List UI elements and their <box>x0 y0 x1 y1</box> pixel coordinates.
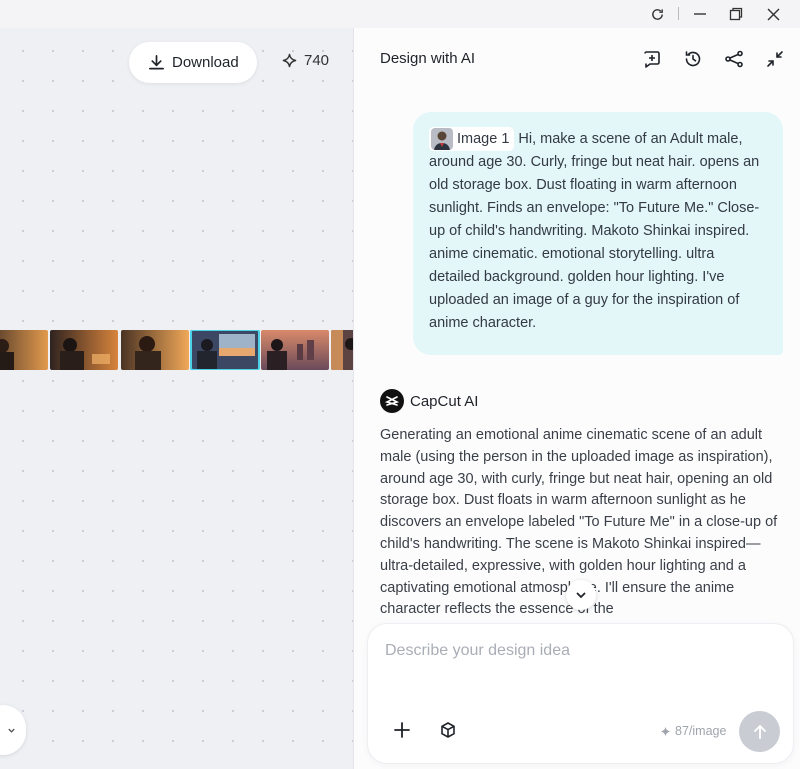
attached-image-chip[interactable]: Image 1 <box>429 127 515 151</box>
image-thumbnail-strip <box>0 330 353 370</box>
sparkle-icon <box>282 53 297 68</box>
thumbnail-6[interactable] <box>331 330 353 370</box>
prompt-composer: 87/image <box>367 623 794 764</box>
restore-icon[interactable] <box>724 3 748 25</box>
collapse-icon[interactable] <box>763 47 787 71</box>
titlebar-separator <box>678 7 679 20</box>
attached-image-thumbnail <box>431 128 453 150</box>
window-titlebar <box>0 0 800 28</box>
download-label: Download <box>172 54 239 71</box>
chevron-down-icon <box>8 728 15 733</box>
model-select-button[interactable] <box>435 717 461 743</box>
design-canvas[interactable]: Download 740 <box>0 28 353 769</box>
history-icon[interactable] <box>681 47 705 71</box>
panel-title: Design with AI <box>380 50 476 67</box>
plus-icon <box>394 722 410 738</box>
add-attachment-button[interactable] <box>389 717 415 743</box>
generation-cost: 87/image <box>660 724 726 738</box>
refresh-icon[interactable] <box>645 3 669 25</box>
share-icon[interactable] <box>722 47 746 71</box>
credits-counter[interactable]: 740 <box>282 52 329 69</box>
download-icon <box>149 55 164 70</box>
new-chat-icon[interactable] <box>640 47 664 71</box>
scroll-to-bottom-button[interactable] <box>566 580 596 610</box>
download-button[interactable]: Download <box>129 42 257 83</box>
credits-value: 740 <box>304 52 330 69</box>
minimize-icon[interactable] <box>688 3 712 25</box>
ai-message-header: CapCut AI <box>380 389 478 413</box>
attached-image-label: Image 1 <box>457 130 510 147</box>
chevron-down-icon <box>576 592 586 599</box>
send-button[interactable] <box>739 711 780 752</box>
thumbnail-2[interactable] <box>50 330 118 370</box>
design-with-ai-panel: Design with AI Image 1 Hi, make a scene … <box>353 28 800 769</box>
thumbnail-3[interactable] <box>121 330 189 370</box>
cube-icon <box>441 722 455 738</box>
canvas-zoom-control[interactable] <box>0 705 26 755</box>
user-message-text: Hi, make a scene of an Adult male, aroun… <box>429 130 760 331</box>
sparkle-icon <box>660 726 671 736</box>
thumbnail-1[interactable] <box>0 330 48 370</box>
ai-name: CapCut AI <box>410 392 479 410</box>
thumbnail-5[interactable] <box>261 330 329 370</box>
close-icon[interactable] <box>761 3 785 25</box>
design-idea-input[interactable] <box>385 642 765 660</box>
generation-cost-value: 87/image <box>675 724 727 738</box>
thumbnail-4-selected[interactable] <box>190 330 260 370</box>
arrow-up-icon <box>753 724 766 739</box>
user-message-bubble: Image 1 Hi, make a scene of an Adult mal… <box>413 112 783 355</box>
capcut-logo-icon <box>380 389 404 413</box>
